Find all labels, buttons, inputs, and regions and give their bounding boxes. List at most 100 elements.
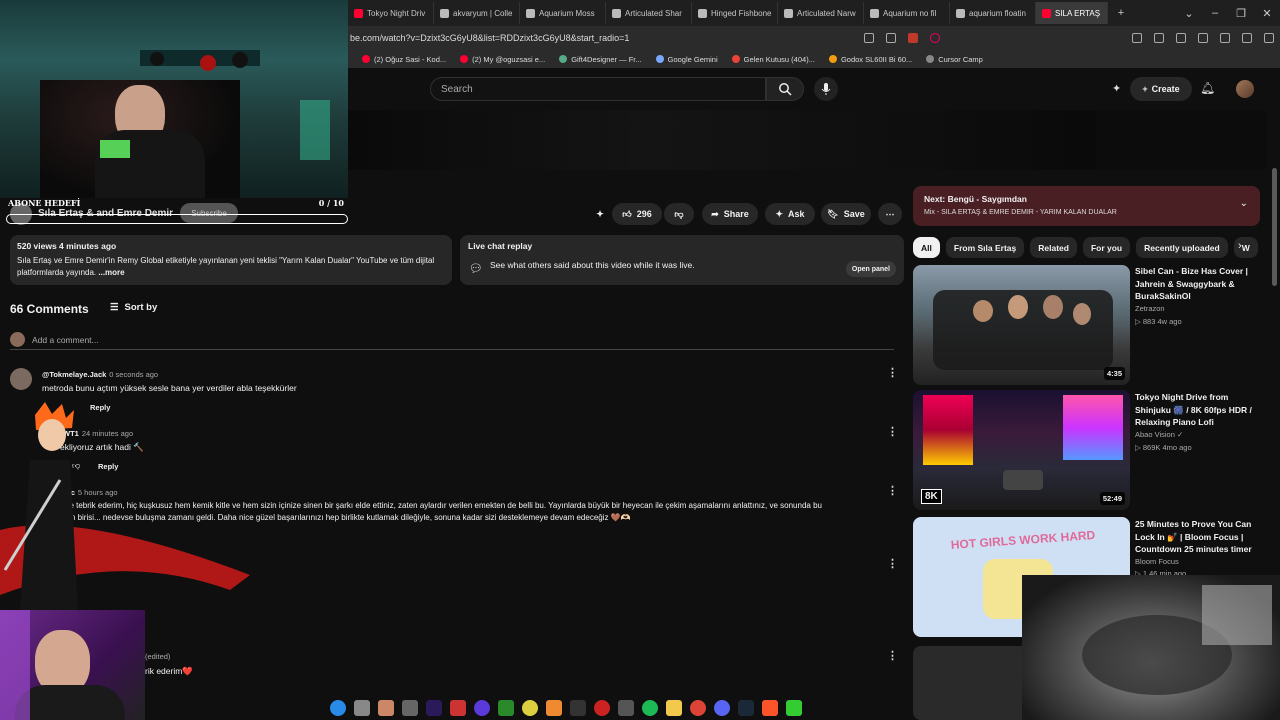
description-box[interactable]: 520 views 4 minutes ago Sıla Ertaş ve Em…	[10, 235, 452, 285]
browser-tab[interactable]: aquarium floatin	[950, 2, 1036, 24]
video-channel[interactable]: Zetrazon	[1135, 304, 1165, 313]
chevron-down-icon[interactable]: ⌄	[1176, 7, 1202, 20]
bookmark[interactable]: (2) My @oguzsasi e...	[460, 55, 545, 64]
comment-menu-icon[interactable]: ⋮	[887, 557, 898, 570]
chevron-down-icon[interactable]: ⌄	[1240, 198, 1248, 209]
browser-tab[interactable]: Aquarium Moss	[520, 2, 606, 24]
browser-tab[interactable]: Articulated Narw	[778, 2, 864, 24]
minimize-icon[interactable]: –	[1202, 7, 1228, 19]
new-tab-button[interactable]: +	[1108, 7, 1134, 19]
store-icon[interactable]	[354, 700, 370, 716]
more-link[interactable]: ...more	[98, 268, 124, 277]
translate-icon[interactable]	[864, 33, 874, 43]
video-thumbnail[interactable]: 4:35	[913, 265, 1130, 385]
reply-button[interactable]: Reply	[90, 403, 110, 412]
browser-tab[interactable]: Articulated Shar	[606, 2, 692, 24]
close-window-icon[interactable]: ✕	[1254, 7, 1280, 20]
app-icon[interactable]	[378, 700, 394, 716]
video-thumbnail[interactable]: 8K 52:49	[913, 390, 1130, 510]
browser-tab[interactable]: Tokyo Night Driv	[348, 2, 434, 24]
sidebar-icon[interactable]	[1176, 33, 1186, 43]
video-channel[interactable]: Abao Vision ✓	[1135, 430, 1183, 439]
chevron-right-icon[interactable]: ›	[1238, 240, 1242, 252]
comment-menu-icon[interactable]: ⋮	[887, 425, 898, 438]
thumbs-down-icon[interactable]: 👎︎	[72, 461, 80, 471]
video-player[interactable]	[348, 110, 1096, 170]
steam-icon[interactable]	[738, 700, 754, 716]
share-button[interactable]: ➦ Share	[702, 203, 758, 225]
wallet-icon[interactable]	[1198, 33, 1208, 43]
shield-icon[interactable]	[1220, 33, 1230, 43]
notifications-bell-icon[interactable]: 🔔︎	[1200, 81, 1215, 95]
brave-icon[interactable]	[762, 700, 778, 716]
ask-button[interactable]: ✦ Ask	[765, 203, 815, 225]
create-button[interactable]: + Create	[1130, 77, 1192, 101]
comment-author[interactable]: @Tokmelaye.Jack 0 seconds ago	[42, 370, 158, 379]
premiere-icon[interactable]	[426, 700, 442, 716]
chip-related[interactable]: Related	[1030, 237, 1077, 258]
up-next-banner[interactable]: Next: Bengü - Saygımdan Mix - SILA ERTAŞ…	[913, 186, 1260, 226]
bookmark[interactable]: Gift4Designer — Fr...	[559, 55, 642, 64]
search-input[interactable]: Search	[430, 77, 766, 101]
commenter-avatar[interactable]	[10, 368, 32, 390]
download-icon[interactable]	[1154, 33, 1164, 43]
vpn-icon[interactable]	[1242, 33, 1252, 43]
notes-icon[interactable]	[786, 700, 802, 716]
puzzle-icon[interactable]: ✦	[1112, 82, 1121, 95]
extension-warning-icon[interactable]	[930, 33, 940, 43]
cast-icon[interactable]	[886, 33, 896, 43]
clip-button[interactable]: ✦	[590, 203, 610, 225]
bookmark[interactable]: Cursor Camp	[926, 55, 983, 64]
restore-icon[interactable]: ❐	[1228, 7, 1254, 20]
discord-icon[interactable]	[714, 700, 730, 716]
cloud-icon[interactable]	[546, 700, 562, 716]
chip-from-channel[interactable]: From Sıla Ertaş	[945, 237, 1025, 258]
extensions-icon[interactable]	[1132, 33, 1142, 43]
epic-games-icon[interactable]	[570, 700, 586, 716]
bookmark[interactable]: Google Gemini	[655, 55, 718, 64]
comment-menu-icon[interactable]: ⋮	[887, 649, 898, 662]
bookmark[interactable]: (2) Oğuz Sasi - Kod...	[362, 55, 446, 64]
add-comment-field[interactable]: Add a comment...	[10, 332, 894, 350]
browser-tab-active[interactable]: SILA ERTAŞ✕	[1036, 2, 1108, 24]
bookmark[interactable]: Gelen Kutusu (404)...	[731, 55, 815, 64]
star-icon[interactable]	[908, 33, 918, 43]
more-actions-button[interactable]: ⋯	[878, 203, 902, 225]
video-editor-icon[interactable]	[450, 700, 466, 716]
game-icon[interactable]	[522, 700, 538, 716]
obs-icon[interactable]	[474, 700, 490, 716]
comment-author[interactable]: n-t2c 5 hours ago	[57, 488, 118, 497]
comment-menu-icon[interactable]: ⋮	[887, 484, 898, 497]
chip-all[interactable]: All	[913, 237, 940, 258]
record-icon[interactable]	[594, 700, 610, 716]
video-title[interactable]: 25 Minutes to Prove You Can Lock In 💅 | …	[1135, 518, 1260, 556]
account-avatar[interactable]	[1236, 80, 1254, 98]
edge-icon[interactable]	[330, 700, 346, 716]
browser-tab[interactable]: Aquarium no fil	[864, 2, 950, 24]
sort-by-button[interactable]: ☰ Sort by	[110, 302, 157, 313]
like-button[interactable]: 👍︎ 296	[612, 203, 662, 225]
clapper-icon[interactable]	[618, 700, 634, 716]
spotify-icon[interactable]	[642, 700, 658, 716]
chip-recently-uploaded[interactable]: Recently uploaded	[1136, 237, 1228, 258]
comment-menu-icon[interactable]: ⋮	[887, 366, 898, 379]
chip-for-you[interactable]: For you	[1082, 237, 1131, 258]
keyboard-icon[interactable]	[402, 700, 418, 716]
browser-tab[interactable]: akvaryum | Colle	[434, 2, 520, 24]
video-channel[interactable]: Bloom Focus	[1135, 557, 1179, 566]
reply-button[interactable]: Reply	[98, 462, 118, 471]
bookmark[interactable]: Godox SL60II Bi 60...	[828, 55, 912, 64]
scrollbar[interactable]	[1272, 168, 1277, 286]
comment-author[interactable]: WT1 24 minutes ago	[63, 429, 133, 438]
search-button[interactable]	[766, 77, 804, 101]
menu-icon[interactable]	[1264, 33, 1274, 43]
xbox-icon[interactable]	[498, 700, 514, 716]
save-button[interactable]: 🔖︎ Save	[821, 203, 871, 225]
voice-search-button[interactable]	[814, 77, 838, 101]
chrome-icon[interactable]	[690, 700, 706, 716]
video-title[interactable]: Tokyo Night Drive from Shinjuku 🎆 / 8K 6…	[1135, 391, 1260, 429]
video-title[interactable]: Sibel Can - Bize Has Cover | Jahrein & S…	[1135, 265, 1260, 303]
browser-tab[interactable]: Hinged Fishbone	[692, 2, 778, 24]
open-panel-button[interactable]: Open panel	[845, 261, 896, 277]
url-field[interactable]: be.com/watch?v=Dzixt3cG6yU8&list=RDDzixt…	[350, 33, 858, 43]
